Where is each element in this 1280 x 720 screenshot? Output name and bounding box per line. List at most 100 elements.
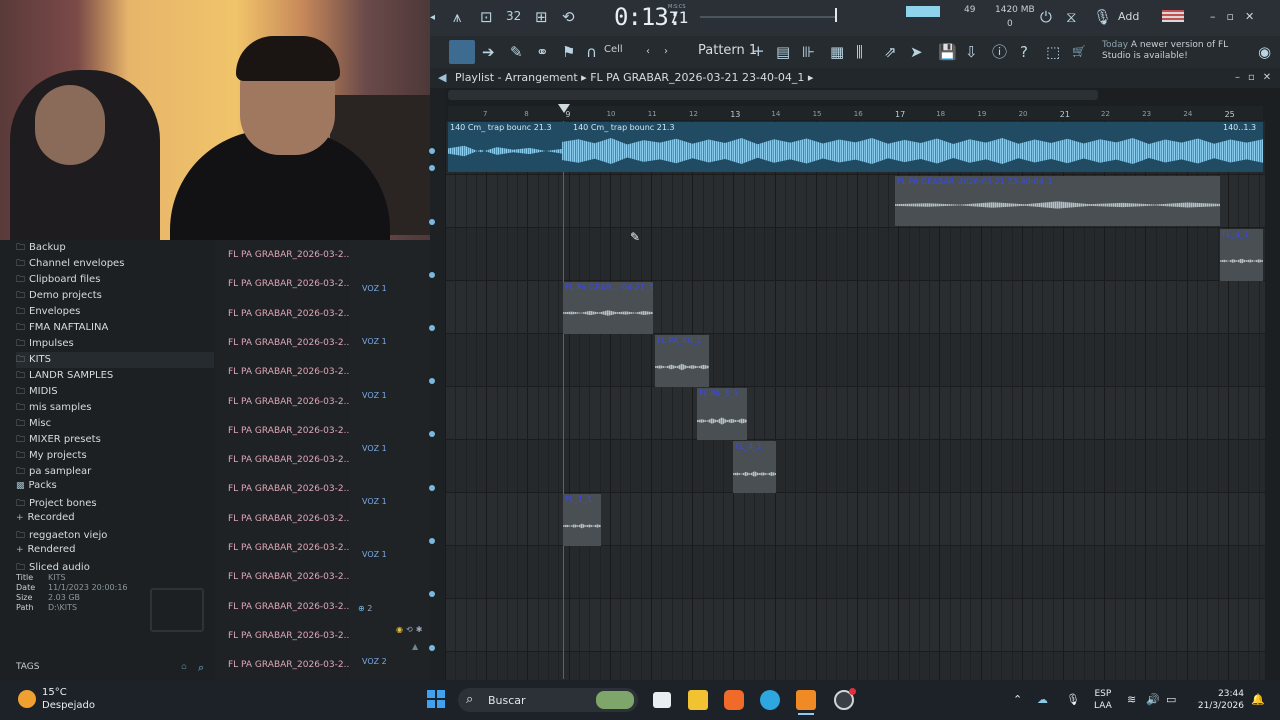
browser-item[interactable]: 🗀 Project bones bbox=[16, 496, 97, 512]
menu-arrow-icon[interactable]: ◂ bbox=[430, 10, 435, 26]
browser-item[interactable]: 🗀 pa samplear bbox=[16, 464, 91, 480]
add-pattern-icon[interactable]: + bbox=[752, 43, 765, 59]
pl-minimize-icon[interactable]: – bbox=[1235, 72, 1248, 83]
song-position-slider[interactable] bbox=[700, 16, 835, 18]
song-position-knob[interactable] bbox=[835, 8, 837, 22]
maximize-icon[interactable]: ▫ bbox=[1227, 10, 1245, 23]
audio-clip-small[interactable]: FL_4_1 bbox=[1220, 229, 1263, 281]
browser-item[interactable]: 🗀 KITS bbox=[16, 352, 214, 368]
window-controls[interactable]: –▫✕ bbox=[1210, 10, 1265, 23]
playlist-icon[interactable]: ▤ bbox=[776, 44, 790, 60]
pattern-item[interactable]: FL PA GRABAR_2026-03-2... bbox=[228, 484, 352, 494]
search-highlight-icon[interactable] bbox=[596, 691, 634, 709]
up-arrow-icon[interactable]: ▲ bbox=[412, 642, 418, 651]
playlist-view-button[interactable] bbox=[449, 40, 475, 64]
track-select-dot[interactable] bbox=[429, 148, 435, 154]
pattern-item[interactable]: FL PA GRABAR_2026-03-2... bbox=[228, 455, 352, 465]
pattern-item[interactable]: FL PA GRABAR_2026-03-2... bbox=[228, 250, 352, 260]
notifications-icon[interactable]: 🔔 bbox=[1251, 693, 1265, 706]
plugin-picker-icon[interactable]: ⇗ bbox=[884, 44, 897, 60]
track-label[interactable]: VOZ 2 bbox=[362, 657, 387, 666]
track-select-dot[interactable] bbox=[429, 538, 435, 544]
tag-icon[interactable]: ⌂ bbox=[181, 662, 187, 672]
hourglass-icon[interactable]: ⧖ bbox=[1066, 9, 1077, 25]
track-label[interactable]: VOZ 1 bbox=[362, 497, 387, 506]
minimize-icon[interactable]: – bbox=[1210, 10, 1227, 23]
pattern-item[interactable]: FL PA GRABAR_2026-03-2... bbox=[228, 426, 352, 436]
playhead-marker[interactable] bbox=[558, 104, 570, 113]
folder-add-icon[interactable] bbox=[150, 588, 204, 632]
metronome-icon[interactable]: ⩚ bbox=[453, 9, 461, 25]
browser-item[interactable]: 🗀 Misc bbox=[16, 416, 51, 432]
pattern-item[interactable]: FL PA GRABAR_2026-03-2... bbox=[228, 338, 352, 348]
language-indicator[interactable]: ESP LAA bbox=[1094, 688, 1112, 712]
track-label[interactable]: VOZ 1 bbox=[362, 337, 387, 346]
export-icon[interactable]: ⇩ bbox=[965, 44, 978, 60]
pattern-item[interactable]: FL PA GRABAR_2026-03-2... bbox=[228, 602, 352, 612]
microphone-icon[interactable]: 🎙 bbox=[1093, 9, 1112, 25]
track-select-dot[interactable] bbox=[429, 431, 435, 437]
browser-item[interactable]: 🗀 reggaeton viejo bbox=[16, 528, 107, 544]
snap-selector[interactable]: Cell bbox=[604, 44, 623, 55]
browser-icon[interactable]: ⬚ bbox=[1046, 44, 1060, 60]
pattern-item[interactable]: FL PA GRABAR_2026-03-2... bbox=[228, 397, 352, 407]
cart-icon[interactable]: 🛒 bbox=[1072, 44, 1086, 60]
track-label[interactable]: VOZ 1 bbox=[362, 550, 387, 559]
pattern-item[interactable]: FL PA GRABAR_2026-03-2... bbox=[228, 631, 352, 641]
audio-clip-voz[interactable]: FL PA_3_1 bbox=[697, 388, 747, 440]
windows-start-icon[interactable] bbox=[427, 690, 445, 708]
browser-item[interactable]: + Rendered bbox=[16, 544, 75, 555]
pencil-icon[interactable]: ✎ bbox=[510, 44, 523, 60]
weather-description[interactable]: Despejado bbox=[42, 700, 95, 711]
browser-item[interactable]: 🗀 Envelopes bbox=[16, 304, 80, 320]
pattern-next-icon[interactable]: › bbox=[664, 44, 668, 60]
channel-rack-icon[interactable]: ▦ bbox=[830, 44, 844, 60]
pattern-prev-icon[interactable]: ‹ bbox=[646, 44, 650, 60]
browser-item[interactable]: 🗀 Clipboard files bbox=[16, 272, 100, 288]
loop-icon[interactable]: ⟲ bbox=[562, 9, 575, 25]
browser-item[interactable]: ▩ Packs bbox=[16, 480, 57, 491]
pattern-item[interactable]: FL PA GRABAR_2026-03-2... bbox=[228, 367, 352, 377]
piano-roll-icon[interactable]: ⊪ bbox=[802, 44, 815, 60]
track-select-dot[interactable] bbox=[429, 272, 435, 278]
pattern-selector[interactable]: Pattern 1 bbox=[698, 43, 757, 58]
search-icon[interactable]: ⌕ bbox=[198, 661, 204, 675]
pattern-item[interactable]: FL PA GRABAR_2026-03-2... bbox=[228, 572, 352, 582]
audio-clip-recording[interactable]: FL PA GRABAR_2026-03-21 23-40-04_1 bbox=[895, 176, 1220, 226]
file-explorer-icon[interactable] bbox=[688, 690, 708, 710]
battery-icon[interactable]: ▭ bbox=[1166, 693, 1176, 706]
tray-chevron-icon[interactable]: ⌃ bbox=[1013, 693, 1022, 706]
pl-maximize-icon[interactable]: ▫ bbox=[1248, 72, 1263, 83]
update-notice[interactable]: Today A newer version of FL Studio is av… bbox=[1102, 40, 1252, 62]
browser-item[interactable]: 🗀 Backup bbox=[16, 240, 66, 256]
arrow-right-icon[interactable]: ➔ bbox=[482, 44, 495, 60]
help-icon[interactable]: ? bbox=[1020, 44, 1028, 60]
browser-item[interactable]: 🗀 mis samples bbox=[16, 400, 92, 416]
track-label[interactable]: VOZ 1 bbox=[362, 284, 387, 293]
volume-icon[interactable]: 🔊 bbox=[1146, 693, 1160, 706]
browser-item[interactable]: 🗀 FMA NAFTALINA bbox=[16, 320, 108, 336]
audio-clip-beat[interactable]: 140 Cm_ trap bounc 21.3 140 Cm_ trap bou… bbox=[448, 122, 1263, 172]
pattern-item[interactable]: FL PA GRABAR_2026-03-2... bbox=[228, 514, 352, 524]
pattern-item[interactable]: FL PA GRABAR_2026-03-2... bbox=[228, 309, 352, 319]
browser-item[interactable]: 🗀 My projects bbox=[16, 448, 87, 464]
track-label[interactable]: VOZ 1 bbox=[362, 391, 387, 400]
info-icon[interactable]: ⓘ bbox=[992, 44, 1007, 60]
track-select-dot[interactable] bbox=[429, 325, 435, 331]
audio-clip-voz[interactable]: FL_1_1 bbox=[563, 494, 601, 546]
magnet-icon[interactable]: ∩ bbox=[586, 44, 597, 60]
save-icon[interactable]: 💾 bbox=[938, 44, 957, 60]
browser-item[interactable]: 🗀 MIXER presets bbox=[16, 432, 101, 448]
audio-clip-voz[interactable]: FL PA_40_1 bbox=[655, 335, 709, 387]
wifi-icon[interactable]: ≋ bbox=[1127, 693, 1136, 706]
telegram-icon[interactable] bbox=[760, 690, 780, 710]
onedrive-icon[interactable]: ☁ bbox=[1037, 693, 1048, 706]
audio-clip-voz[interactable]: FL_4_1 bbox=[733, 441, 776, 493]
pl-close-icon[interactable]: ✕ bbox=[1263, 72, 1279, 83]
track-select-dot[interactable] bbox=[429, 485, 435, 491]
audio-clip-voz[interactable]: FL PA GRAB...-04-21_1 bbox=[563, 282, 653, 334]
tempo-display[interactable]: 32 bbox=[506, 9, 521, 23]
track-select-dot[interactable] bbox=[429, 219, 435, 225]
weather-moon-icon[interactable] bbox=[18, 690, 36, 708]
fl-logo-icon[interactable]: ◉ bbox=[1258, 44, 1271, 60]
